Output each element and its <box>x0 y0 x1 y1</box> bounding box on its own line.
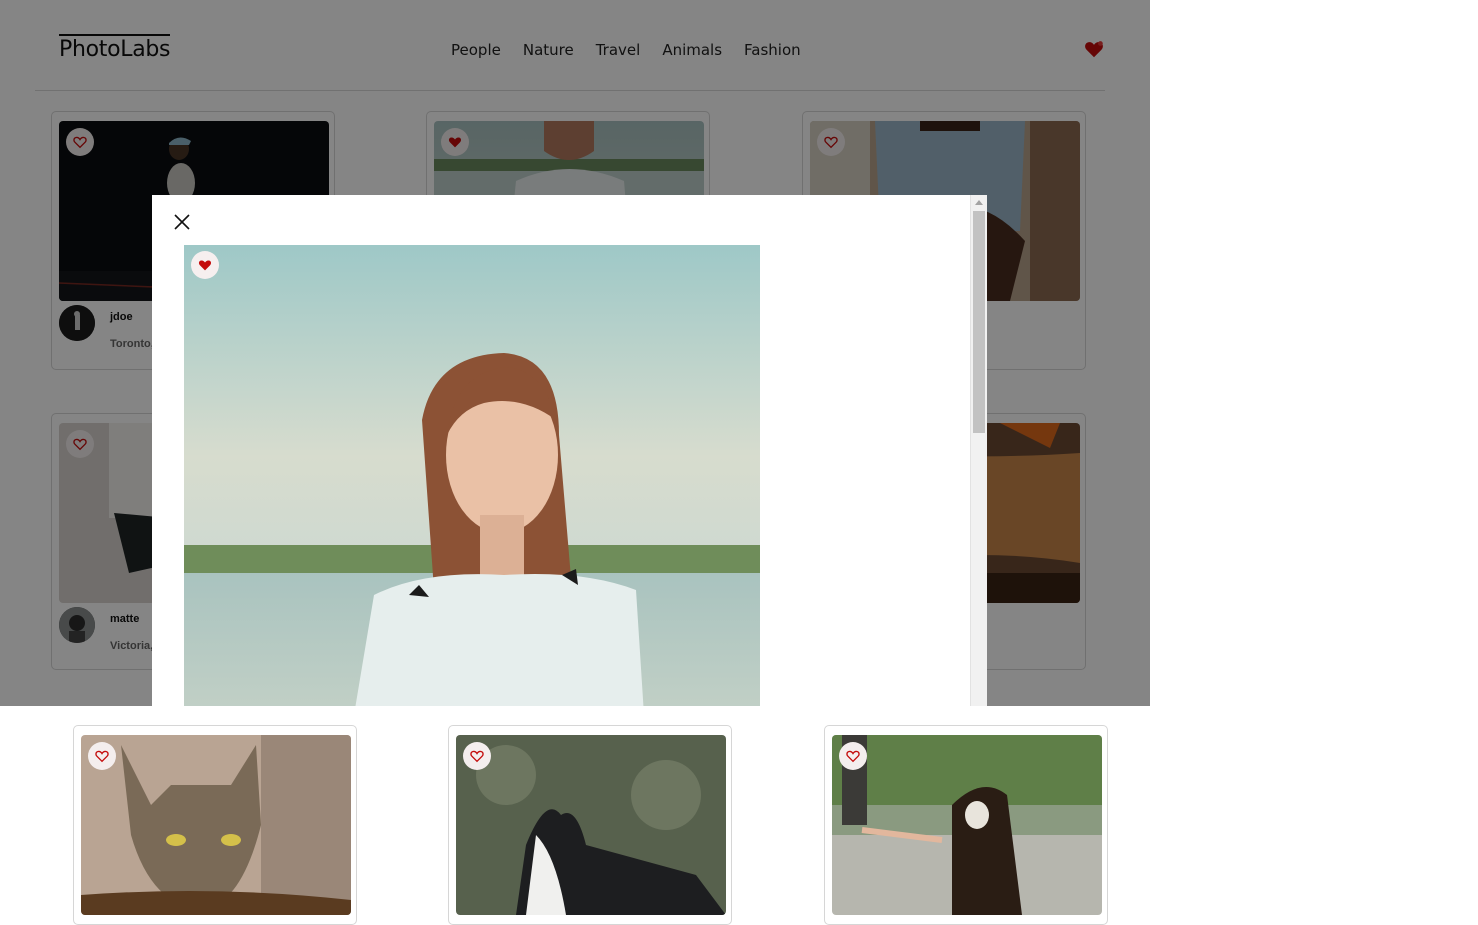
favorite-button[interactable] <box>839 742 867 770</box>
heart-outline-icon <box>95 750 109 763</box>
heart-outline-icon <box>846 750 860 763</box>
photo-list-item[interactable] <box>73 725 357 925</box>
photo-details-modal <box>152 195 987 706</box>
home-route: PhotoLabs People Nature Travel Animals F… <box>0 0 1150 925</box>
modal-scrollbar[interactable] <box>970 195 987 706</box>
favorite-button[interactable] <box>88 742 116 770</box>
photo-image[interactable] <box>832 735 1102 915</box>
modal-favorite-button[interactable] <box>191 251 219 279</box>
photo-image[interactable] <box>456 735 726 915</box>
modal-photo-image <box>184 245 760 706</box>
scroll-up-arrow-icon[interactable] <box>975 200 983 205</box>
heart-filled-icon <box>198 260 212 271</box>
close-icon[interactable] <box>172 212 192 232</box>
favorite-button[interactable] <box>463 742 491 770</box>
photo-list-item[interactable] <box>448 725 732 925</box>
scroll-thumb[interactable] <box>973 211 985 433</box>
heart-outline-icon <box>470 750 484 763</box>
photo-image[interactable] <box>81 735 351 915</box>
photo-list-item[interactable] <box>824 725 1108 925</box>
